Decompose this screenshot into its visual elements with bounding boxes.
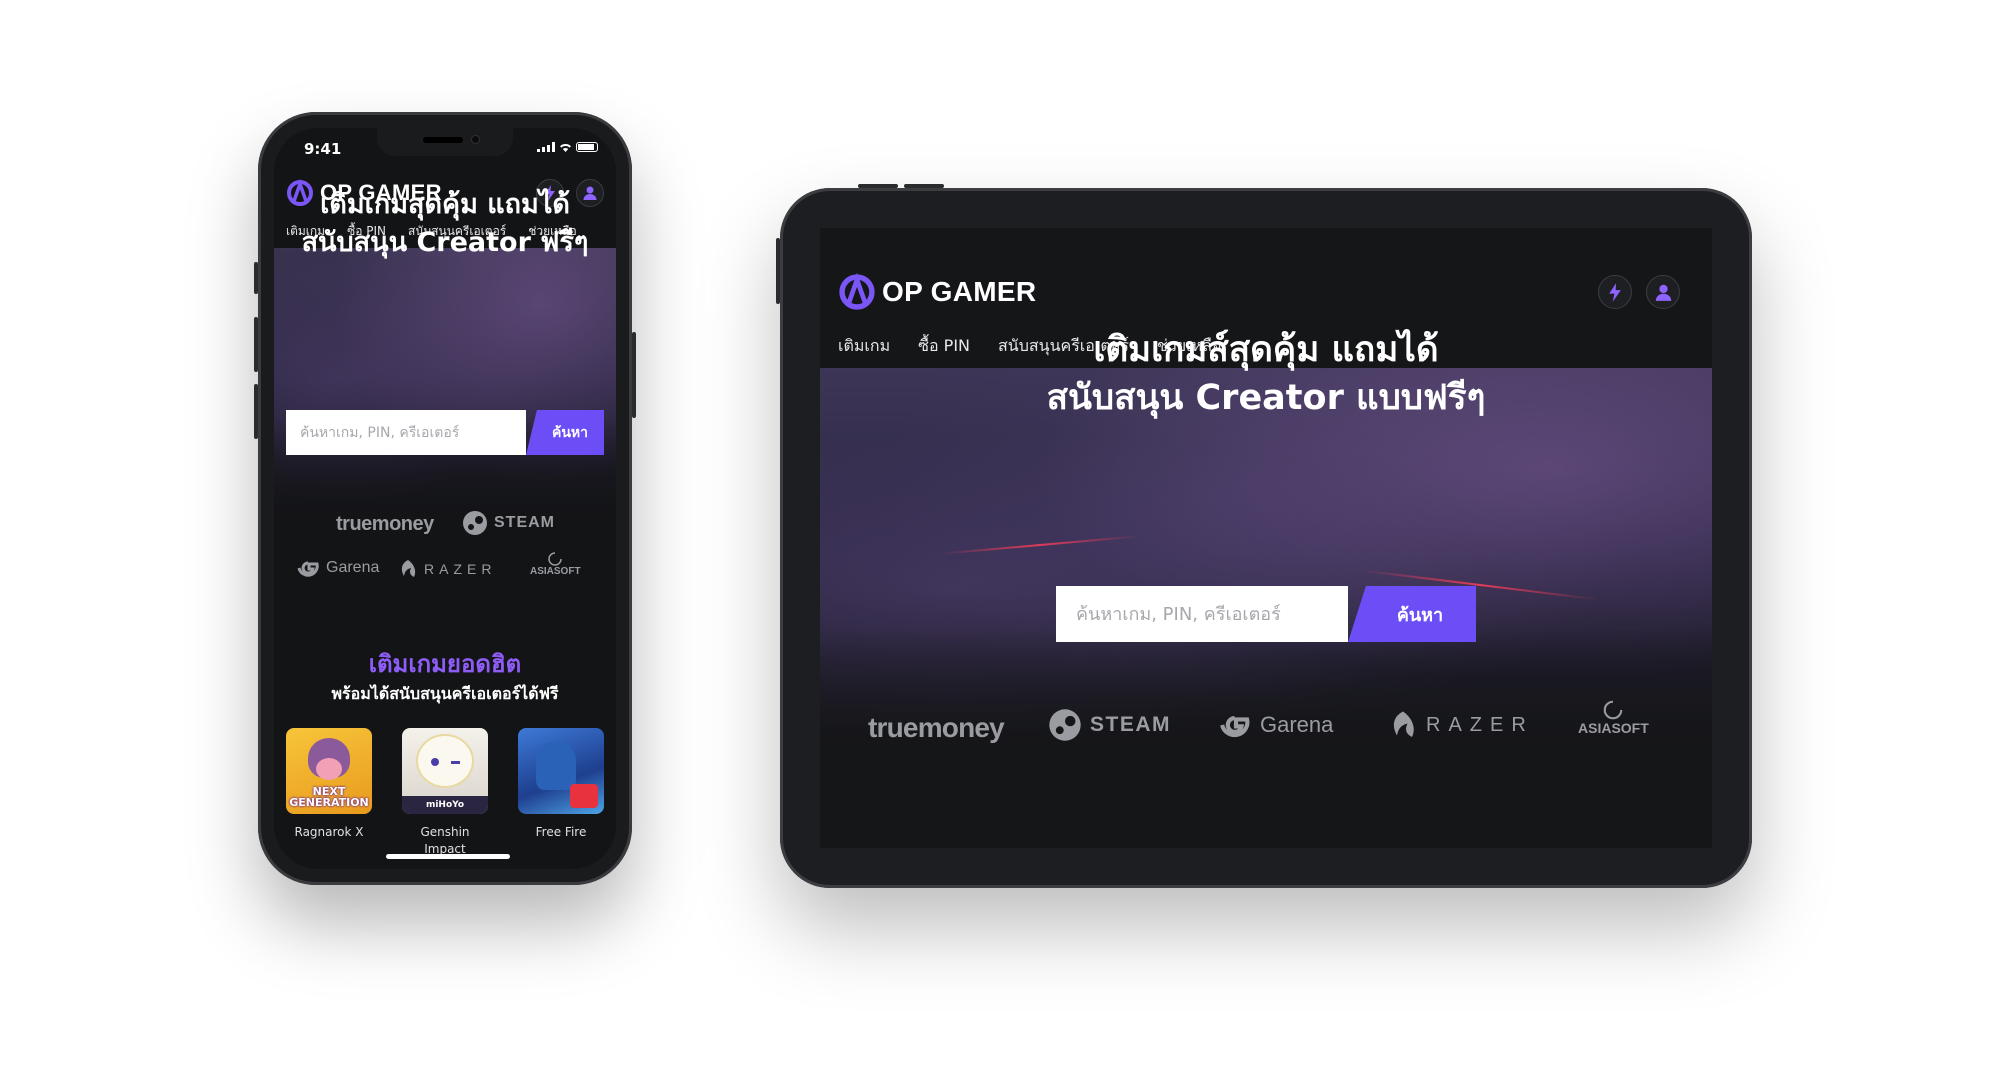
game-name: Free Fire — [535, 825, 587, 839]
battery-icon — [576, 142, 598, 152]
status-icons — [537, 142, 598, 152]
phone-power-button — [632, 332, 636, 418]
brand-logo[interactable]: OP GAMER — [838, 273, 1036, 311]
user-icon — [1655, 284, 1671, 301]
popular-title: เติมเกมยอดฮิต — [368, 650, 522, 678]
garena-icon — [297, 561, 319, 577]
asiasoft-icon — [1604, 700, 1623, 720]
game-card-genshin[interactable]: miHoYo Genshin Impact — [402, 728, 488, 858]
brand-name: OP GAMER — [882, 276, 1037, 307]
partner-steam: STEAM — [1048, 708, 1171, 742]
partner-truemoney: truemoney — [336, 513, 434, 535]
phone-device: 9:41 OP GAMER เติมเกม ซื้อ PIN สนับสนุนค… — [254, 112, 636, 885]
phone-hero-title: เติมเกมสุดคุ้ม แถมได้ สนับสนุน Creator ฟ… — [301, 189, 589, 258]
lightning-icon — [1609, 282, 1621, 302]
tablet-search-bar: ค้นหา — [1056, 586, 1476, 642]
steam-icon — [1049, 709, 1081, 741]
tablet-screen: OP GAMER เติมเกม ซื้อ PIN สนับสนุนครีเอเ… — [820, 228, 1712, 848]
status-time: 9:41 — [304, 140, 342, 158]
phone-screen: 9:41 OP GAMER เติมเกม ซื้อ PIN สนับสนุนค… — [274, 128, 616, 869]
tablet-volume-up — [858, 184, 898, 188]
partner-garena: Garena — [1218, 708, 1333, 742]
steam-icon — [463, 511, 487, 535]
account-button[interactable] — [1646, 275, 1680, 309]
phone-search-input[interactable] — [286, 410, 526, 455]
tablet-search-input[interactable] — [1056, 586, 1348, 642]
razer-icon — [401, 560, 416, 577]
partner-razer: RAZER — [398, 559, 496, 579]
phone-volume-down — [254, 384, 258, 439]
tablet-header: OP GAMER — [838, 272, 1680, 312]
phone-silent-switch — [254, 262, 258, 294]
partner-asiasoft: ASIASOFT — [530, 552, 581, 577]
game-card-ragnarok[interactable]: NEXT GENERATION Ragnarok X — [286, 728, 372, 858]
wifi-icon — [560, 144, 571, 152]
game-name: Ragnarok X — [294, 825, 364, 839]
partner-steam: STEAM — [462, 510, 555, 536]
garena-icon — [1220, 716, 1250, 738]
freefire-thumbnail — [518, 728, 604, 814]
topup-button[interactable] — [1598, 275, 1632, 309]
popular-subtitle: พร้อมได้สนับสนุนครีเอเตอร์ได้ฟรี — [331, 684, 559, 703]
tablet-device: OP GAMER เติมเกม ซื้อ PIN สนับสนุนครีเอเ… — [776, 184, 1752, 888]
home-indicator — [386, 854, 510, 859]
razer-icon — [1393, 711, 1414, 737]
partner-garena: Garena — [296, 556, 379, 580]
asiasoft-icon — [548, 552, 563, 566]
phone-notch — [377, 128, 513, 156]
phone-volume-up — [254, 317, 258, 372]
genshin-thumbnail: miHoYo — [402, 728, 488, 814]
game-card-freefire[interactable]: Free Fire — [518, 728, 604, 858]
logo-icon — [839, 273, 875, 310]
tablet-power-button — [776, 238, 780, 304]
phone-hero-banner — [274, 248, 616, 538]
partner-asiasoft: ASIASOFT — [1578, 700, 1649, 736]
tablet-search-button[interactable]: ค้นหา — [1348, 586, 1476, 642]
partner-razer: RAZER — [1388, 710, 1534, 740]
signal-icon — [537, 142, 555, 152]
partner-truemoney: truemoney — [868, 712, 1005, 743]
ragnarok-thumbnail: NEXT GENERATION — [286, 728, 372, 814]
popular-games: NEXT GENERATION Ragnarok X miHoYo Genshi… — [286, 728, 604, 858]
tablet-volume-down — [904, 184, 944, 188]
game-name: Genshin Impact — [420, 825, 470, 856]
tablet-hero-title: เติมเกมส์สุดคุ้ม แถมได้ สนับสนุน Creator… — [1046, 330, 1486, 418]
phone-search-bar: ค้นหา — [286, 410, 604, 455]
phone-search-button[interactable]: ค้นหา — [526, 410, 604, 455]
